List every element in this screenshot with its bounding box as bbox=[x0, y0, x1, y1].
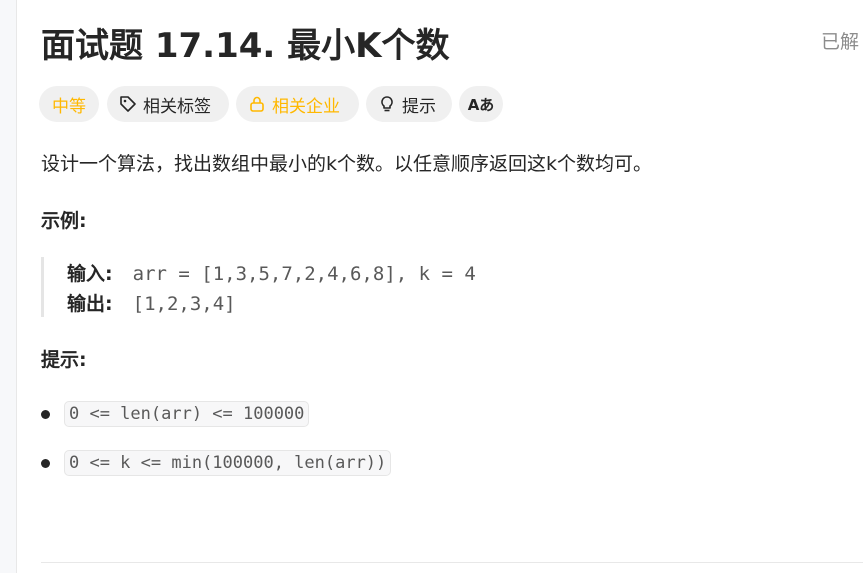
lightbulb-icon bbox=[378, 95, 396, 113]
related-companies-label: 相关企业 bbox=[272, 96, 340, 117]
translate-button[interactable]: Aあ bbox=[459, 86, 503, 122]
constraint-item: 0 <= k <= min(100000, len(arr)) bbox=[64, 450, 392, 476]
difficulty-badge[interactable]: 中等 bbox=[39, 86, 99, 122]
related-tags-label: 相关标签 bbox=[143, 96, 211, 117]
example-output-line: 输出: [1,2,3,4] bbox=[67, 289, 236, 316]
example-heading: 示例: bbox=[41, 210, 87, 232]
list-bullet bbox=[41, 459, 50, 468]
section-divider bbox=[41, 562, 863, 563]
solved-status: 已解 bbox=[821, 31, 860, 53]
difficulty-label: 中等 bbox=[52, 96, 86, 117]
constraint-item: 0 <= len(arr) <= 100000 bbox=[64, 401, 310, 427]
hint-button[interactable]: 提示 bbox=[366, 86, 452, 122]
list-bullet bbox=[41, 410, 50, 419]
problem-title: 面试题 17.14. 最小K个数 bbox=[41, 26, 450, 66]
lock-icon bbox=[248, 95, 266, 113]
example-block: 输入: arr = [1,3,5,7,2,4,6,8], k = 4 输出: [… bbox=[41, 257, 564, 317]
related-companies-button[interactable]: 相关企业 bbox=[236, 86, 359, 122]
constraints-heading: 提示: bbox=[41, 349, 87, 371]
example-output-label: 输出: bbox=[67, 293, 113, 315]
tag-icon bbox=[119, 95, 137, 113]
translate-icon: Aあ bbox=[467, 95, 495, 114]
example-output-value: [1,2,3,4] bbox=[132, 293, 236, 315]
related-tags-button[interactable]: 相关标签 bbox=[107, 86, 229, 122]
problem-description: 设计一个算法，找出数组中最小的k个数。以任意顺序返回这k个数均可。 bbox=[41, 153, 653, 175]
problem-description-panel: 面试题 17.14. 最小K个数 已解 中等 相关标签 相关企业 提示 Aあ 设… bbox=[16, 0, 863, 573]
example-input-line: 输入: arr = [1,3,5,7,2,4,6,8], k = 4 bbox=[67, 259, 476, 286]
example-input-value: arr = [1,3,5,7,2,4,6,8], k = 4 bbox=[132, 263, 476, 285]
hint-label: 提示 bbox=[402, 96, 436, 117]
example-input-label: 输入: bbox=[67, 263, 113, 285]
